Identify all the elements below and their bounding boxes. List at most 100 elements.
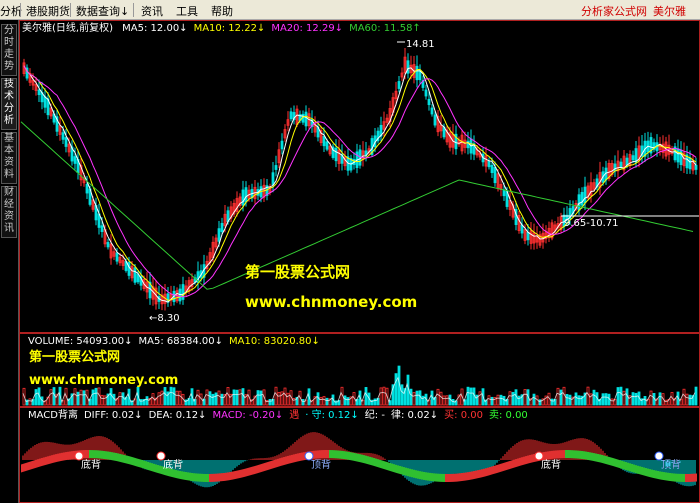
macd-band-segment bbox=[289, 454, 293, 464]
macd-band-segment bbox=[529, 454, 533, 464]
volume-bar bbox=[634, 392, 638, 406]
macd-band-segment bbox=[653, 469, 657, 479]
menu-bar: 分析 港股期货 数据查询↓ 资讯 工具 帮助 分析家公式网 美尔雅 bbox=[0, 0, 700, 20]
volume-bar bbox=[442, 395, 446, 406]
macd-band-segment bbox=[45, 455, 49, 466]
divergence-marker bbox=[534, 451, 544, 461]
volume-bar bbox=[373, 398, 377, 406]
brand-name: 分析家公式网 bbox=[581, 5, 647, 18]
volume-bar bbox=[688, 394, 692, 406]
volume-bar bbox=[301, 399, 305, 406]
macd-band-segment bbox=[389, 462, 393, 472]
price-watermark-url: www.chnmoney.com bbox=[245, 293, 417, 311]
macd-band-segment bbox=[365, 455, 369, 465]
macd-band-segment bbox=[397, 465, 401, 475]
macd-band-segment bbox=[337, 450, 341, 459]
volume-bar bbox=[394, 373, 398, 406]
volume-bar bbox=[256, 390, 260, 406]
price-layer bbox=[20, 48, 698, 311]
candle-body bbox=[100, 225, 104, 232]
volume-bar bbox=[211, 393, 215, 406]
menu-item-tools[interactable]: 工具 bbox=[176, 3, 198, 19]
candle-body bbox=[322, 135, 326, 147]
volume-bar bbox=[208, 391, 212, 406]
menu-item-analysis[interactable]: 分析 bbox=[0, 3, 22, 19]
volume-bar bbox=[28, 398, 32, 406]
macd-band-segment bbox=[33, 459, 37, 469]
divergence-label: 顶背 bbox=[311, 458, 331, 471]
macd-indicator: MACD: -0.20↓ bbox=[212, 410, 283, 421]
volume-bar bbox=[643, 396, 647, 406]
macd-band-segment bbox=[577, 450, 581, 459]
tab-technical-analysis[interactable]: 技术分析 bbox=[1, 78, 17, 130]
candle-body bbox=[274, 165, 278, 170]
macd-band-segment bbox=[553, 450, 557, 459]
macd-band-segment bbox=[445, 473, 449, 482]
macd-band-segment bbox=[369, 456, 373, 466]
macd-band-segment bbox=[393, 463, 397, 474]
macd-band-segment bbox=[573, 450, 577, 459]
macd-band-segment bbox=[277, 457, 281, 468]
volume-bar bbox=[517, 395, 521, 406]
macd-band-segment bbox=[457, 473, 461, 482]
macd-band-segment bbox=[449, 473, 453, 482]
macd-band-segment bbox=[545, 451, 549, 460]
macd-band-segment bbox=[409, 468, 413, 478]
menu-item-help[interactable]: 帮助 bbox=[211, 3, 233, 19]
volume-bar bbox=[532, 393, 536, 406]
volume-bar bbox=[538, 399, 542, 406]
macd-band-segment bbox=[677, 473, 681, 482]
macd-band-segment bbox=[689, 473, 693, 482]
macd-band-segment bbox=[197, 473, 201, 482]
volume-bar bbox=[286, 392, 290, 406]
menu-item-news[interactable]: 资讯 bbox=[141, 3, 163, 19]
macd-band-segment bbox=[157, 464, 161, 474]
candle-body bbox=[85, 183, 89, 194]
candle-body bbox=[406, 60, 410, 74]
volume-indicators: VOLUME: 54093.00↓ MA5: 68384.00↓ MA10: 830… bbox=[28, 336, 320, 347]
macd-band-segment bbox=[665, 472, 669, 481]
volume-bar bbox=[451, 399, 455, 406]
menu-item-hk-futures[interactable]: 港股期货 bbox=[26, 3, 70, 19]
volume-bar bbox=[379, 387, 383, 406]
macd-band-segment bbox=[381, 460, 385, 470]
volume-bar bbox=[118, 392, 122, 406]
stock-chart[interactable]: 底背 底背 顶背 底背 顶背 美尔雅(日线,前复权) MA5: 12.00↓ MA10: … bbox=[19, 20, 700, 503]
candle-body bbox=[487, 160, 491, 168]
candle-body bbox=[415, 65, 419, 81]
macd-band-segment bbox=[193, 473, 197, 482]
volume-bar bbox=[259, 390, 263, 406]
tab-fundamentals[interactable]: 基本资料 bbox=[1, 132, 17, 184]
volume-bar bbox=[616, 387, 620, 406]
volume-bar bbox=[145, 396, 149, 406]
menu-item-data-query[interactable]: 数据查询↓ bbox=[76, 3, 129, 19]
volume-bar bbox=[466, 386, 470, 406]
macd-band-segment bbox=[357, 453, 361, 463]
candle-body bbox=[619, 161, 623, 168]
macd-band-segment bbox=[589, 452, 593, 461]
macd-band-segment bbox=[229, 471, 233, 481]
price-indicators: MA5: 12.00↓ MA10: 12.22↓ MA20: 12.29↓ MA60:… bbox=[122, 23, 421, 34]
macd-band-segment bbox=[493, 464, 497, 475]
tab-intraday[interactable]: 分时走势 bbox=[1, 24, 17, 76]
volume-bar bbox=[568, 394, 572, 406]
volume-bar bbox=[682, 388, 686, 406]
tab-financial-news[interactable]: 财经资讯 bbox=[1, 186, 17, 238]
macd-band-segment bbox=[57, 453, 61, 462]
macd-indicator: DEA: 0.12↓ bbox=[149, 410, 207, 421]
macd-band-segment bbox=[501, 462, 505, 472]
macd-band-segment bbox=[53, 453, 57, 463]
macd-band-segment bbox=[549, 450, 553, 460]
macd-band-segment bbox=[497, 463, 501, 473]
volume-bar bbox=[556, 387, 560, 406]
macd-band-segment bbox=[341, 450, 345, 460]
brand-label: 分析家公式网 美尔雅 bbox=[575, 3, 686, 19]
macd-band-segment bbox=[121, 454, 125, 464]
menu-divider bbox=[133, 3, 134, 17]
macd-band-segment bbox=[317, 450, 321, 459]
macd-band-segment bbox=[89, 450, 93, 459]
volume-bar bbox=[439, 391, 443, 406]
macd-band-segment bbox=[269, 460, 273, 470]
macd-band-segment bbox=[465, 472, 469, 481]
volume-bar bbox=[694, 386, 698, 406]
